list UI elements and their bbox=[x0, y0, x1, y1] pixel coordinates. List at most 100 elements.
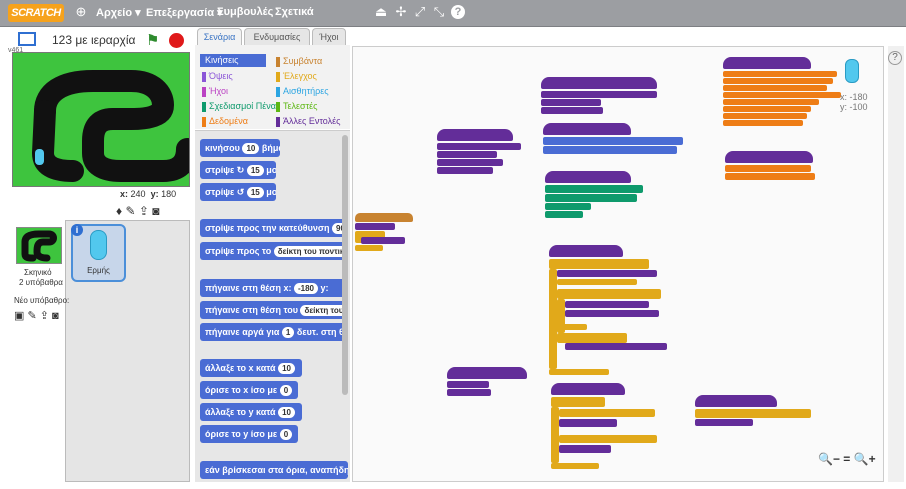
data-block[interactable] bbox=[723, 120, 803, 126]
define-block[interactable] bbox=[723, 57, 811, 69]
data-block[interactable] bbox=[725, 165, 811, 172]
pen-block[interactable] bbox=[545, 194, 637, 202]
script-hat-block[interactable] bbox=[355, 213, 413, 222]
block-turn-right[interactable]: στρίψε ↻ 15 μοίρες bbox=[200, 161, 276, 179]
zoom-out-icon[interactable]: 🔍− bbox=[818, 452, 840, 466]
script-call-block[interactable] bbox=[559, 445, 611, 453]
data-block[interactable] bbox=[723, 78, 833, 84]
help-hint-icon[interactable]: ? bbox=[888, 51, 902, 65]
block-glide-input[interactable]: 1 bbox=[281, 327, 295, 338]
tab-sounds[interactable]: Ήχοι bbox=[312, 28, 346, 45]
data-block[interactable] bbox=[723, 71, 837, 77]
block-move-steps[interactable]: κινήσου 10 βήματα bbox=[200, 139, 280, 157]
control-block[interactable] bbox=[557, 279, 637, 285]
category-data[interactable]: Δεδομένα bbox=[202, 116, 248, 127]
block-point-towards-input[interactable]: δείκτη του ποντικιού bbox=[273, 246, 348, 257]
block-point-towards[interactable]: στρίψε προς το δείκτη του ποντικιού bbox=[200, 242, 348, 260]
script-call-block[interactable] bbox=[437, 167, 493, 174]
data-block[interactable] bbox=[725, 173, 815, 180]
control-block[interactable] bbox=[549, 259, 649, 269]
category-looks[interactable]: Όψεις bbox=[202, 71, 233, 82]
block-move-input[interactable]: 10 bbox=[242, 143, 260, 154]
block-turn-right-input[interactable]: 15 bbox=[246, 165, 264, 176]
define-block[interactable] bbox=[541, 77, 657, 89]
script-call-block[interactable] bbox=[559, 419, 617, 427]
control-block[interactable] bbox=[557, 324, 587, 330]
stop-icon[interactable] bbox=[169, 33, 184, 48]
script-call-block[interactable] bbox=[557, 270, 657, 277]
scratch-logo[interactable]: SCRATCH bbox=[8, 4, 64, 22]
block-change-y-input[interactable]: 10 bbox=[278, 407, 295, 418]
block-set-y-input[interactable]: 0 bbox=[279, 429, 293, 440]
category-more-blocks[interactable]: Άλλες Εντολές bbox=[276, 116, 340, 127]
zoom-reset-icon[interactable]: = bbox=[843, 452, 850, 466]
upload-sprite-icon[interactable]: ⇪ bbox=[139, 204, 149, 218]
fullscreen-icon[interactable] bbox=[18, 32, 36, 46]
data-block[interactable] bbox=[723, 85, 827, 91]
control-block[interactable] bbox=[551, 397, 605, 407]
block-turn-left[interactable]: στρίψε ↺ 15 μοίρες bbox=[200, 183, 276, 201]
menu-edit[interactable]: Επεξεργασία ▾ bbox=[146, 6, 223, 19]
backdrop-library-icon[interactable]: ▣ bbox=[14, 310, 24, 322]
info-icon[interactable]: i bbox=[71, 224, 83, 236]
globe-icon[interactable]: ⊕ bbox=[74, 5, 88, 19]
block-change-y[interactable]: άλλαξε το y κατά 10 bbox=[200, 403, 302, 421]
block-turn-left-input[interactable]: 15 bbox=[246, 187, 264, 198]
sprite-library-icon[interactable]: ♦ bbox=[116, 204, 122, 218]
motion-block[interactable] bbox=[543, 137, 683, 145]
data-block[interactable] bbox=[723, 106, 811, 112]
duplicate-stamp-icon[interactable]: ⏏ bbox=[374, 5, 388, 19]
script-call-block[interactable] bbox=[437, 159, 503, 166]
block-point-direction[interactable]: στρίψε προς την κατεύθυνση 90 bbox=[200, 219, 348, 237]
control-block[interactable] bbox=[559, 435, 657, 443]
camera-backdrop-icon[interactable]: ◙ bbox=[52, 310, 59, 322]
control-block[interactable] bbox=[557, 289, 661, 299]
block-goto-input[interactable]: δείκτη του ποντικιού bbox=[300, 305, 348, 316]
data-block[interactable] bbox=[723, 99, 819, 105]
script-call-block[interactable] bbox=[437, 151, 497, 158]
stage-canvas[interactable] bbox=[12, 52, 190, 187]
define-block[interactable] bbox=[543, 123, 631, 135]
block-set-y[interactable]: όρισε το y ίσο με 0 bbox=[200, 425, 298, 443]
script-call-block[interactable] bbox=[447, 381, 489, 388]
shrink-icon[interactable]: ⤡ bbox=[432, 5, 446, 19]
tab-costumes[interactable]: Ενδυμασίες bbox=[244, 28, 310, 45]
script-scrollbar[interactable] bbox=[888, 46, 904, 482]
control-block[interactable] bbox=[695, 409, 811, 418]
category-sensing[interactable]: Αισθητήρες bbox=[276, 86, 329, 97]
script-call-block[interactable] bbox=[565, 343, 667, 350]
block-set-x-input[interactable]: 0 bbox=[279, 385, 293, 396]
menu-file[interactable]: Αρχείο ▾ bbox=[96, 6, 141, 19]
script-call-block[interactable] bbox=[437, 143, 521, 150]
upload-backdrop-icon[interactable]: ⇪ bbox=[40, 310, 49, 322]
script-call-block[interactable] bbox=[565, 310, 659, 317]
define-block[interactable] bbox=[695, 395, 777, 407]
control-block[interactable] bbox=[559, 409, 655, 417]
control-block[interactable] bbox=[557, 333, 627, 343]
block-change-x-input[interactable]: 10 bbox=[278, 363, 295, 374]
script-call-block[interactable] bbox=[565, 301, 649, 308]
pen-block[interactable] bbox=[545, 211, 583, 218]
sprite-thumbnail-hermes[interactable]: i Ερμής bbox=[71, 224, 126, 282]
script-control-end[interactable] bbox=[355, 245, 383, 251]
motion-block[interactable] bbox=[543, 146, 677, 154]
define-block[interactable] bbox=[437, 129, 513, 141]
define-block[interactable] bbox=[447, 367, 527, 379]
script-call-block[interactable] bbox=[695, 419, 753, 426]
paint-backdrop-icon[interactable]: ✎ bbox=[27, 310, 36, 322]
menu-about[interactable]: Σχετικά bbox=[275, 6, 314, 18]
help-icon[interactable]: ? bbox=[451, 5, 465, 19]
block-goto-x-input[interactable]: -180 bbox=[293, 283, 318, 294]
define-block[interactable] bbox=[545, 171, 631, 183]
script-call-block[interactable] bbox=[355, 223, 395, 230]
pen-block[interactable] bbox=[545, 203, 591, 210]
pen-block[interactable] bbox=[545, 185, 643, 193]
zoom-in-icon[interactable]: 🔍+ bbox=[854, 452, 876, 466]
data-block[interactable] bbox=[723, 113, 807, 119]
block-change-x[interactable]: άλλαξε το x κατά 10 bbox=[200, 359, 302, 377]
tab-scripts[interactable]: Σενάρια bbox=[197, 28, 242, 45]
menu-tips[interactable]: Συμβουλές bbox=[217, 6, 273, 18]
block-set-x[interactable]: όρισε το x ίσο με 0 bbox=[200, 381, 298, 399]
category-motion[interactable]: Κινήσεις bbox=[200, 54, 266, 67]
category-pen[interactable]: Σχεδιασμοί Πένα bbox=[202, 101, 276, 112]
